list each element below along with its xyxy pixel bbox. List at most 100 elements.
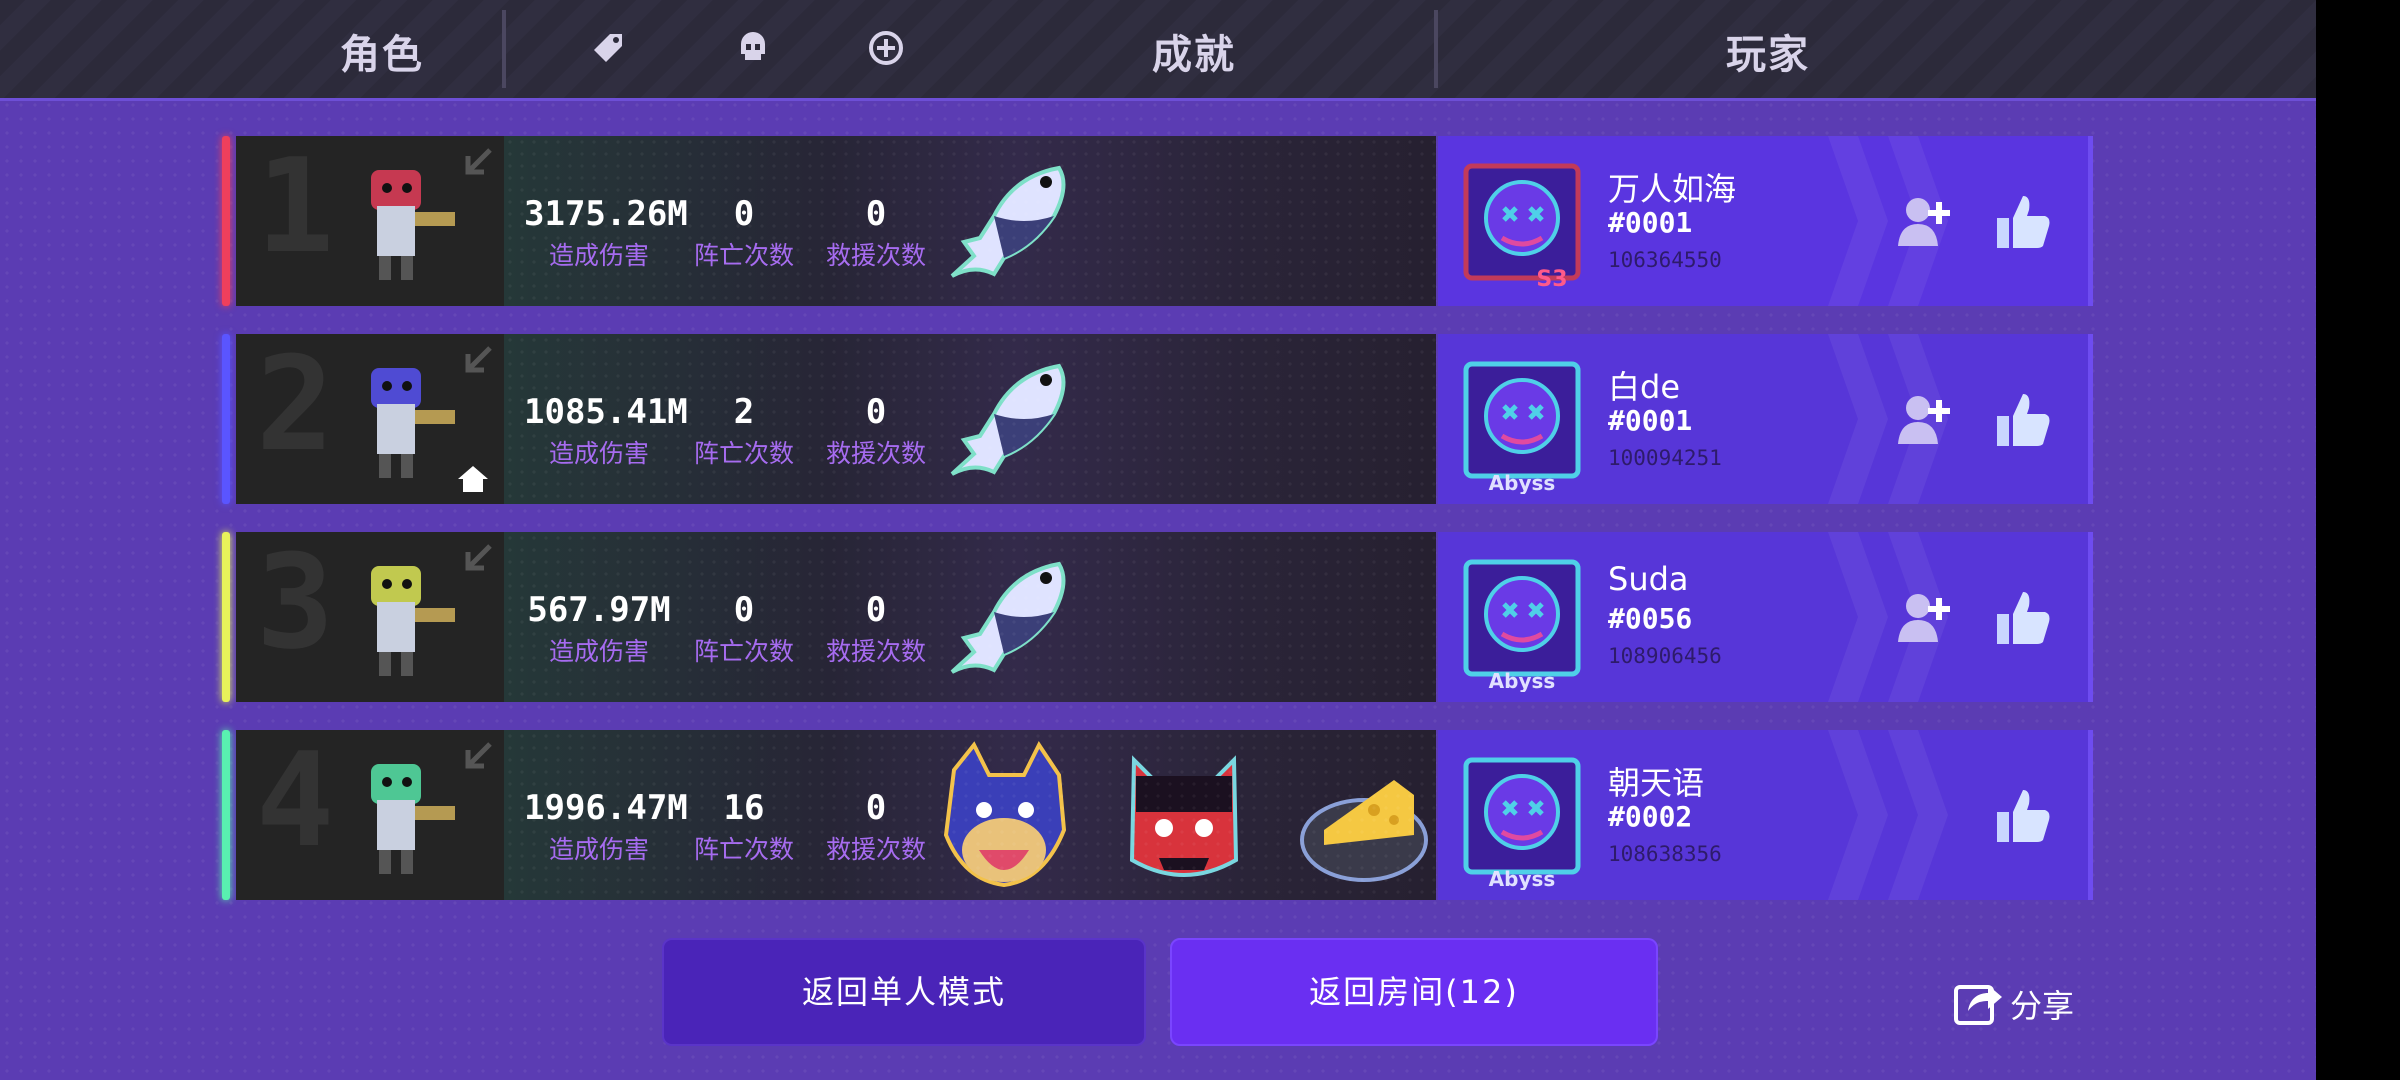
thumbs-up-icon[interactable] [1993,786,2053,846]
deaths-value: 2 [733,392,755,432]
stats-panel: 3175.26M 造成伤害 0 阵亡次数 0 救援次数 [504,136,1436,306]
header-character: 角色 [340,32,424,78]
stats-panel: 567.97M 造成伤害 0 阵亡次数 0 救援次数 [504,532,1436,702]
header-divider [502,10,506,88]
damage-value: 1085.41M [524,392,688,432]
damage-label: 造成伤害 [548,637,649,666]
return-room-button[interactable]: 返回房间(12) [1170,938,1658,1046]
player-name: 万人如海 [1608,170,1737,208]
add-friend-icon[interactable] [1896,392,1954,448]
collapse-arrow-icon[interactable] [460,344,494,378]
rescues-value: 0 [865,194,887,234]
share-label: 分享 [2010,987,2075,1025]
player-tag: #0056 [1608,602,1693,635]
player-avatar[interactable]: Abyss [1452,542,1592,692]
fish-icon[interactable] [934,344,1074,494]
rescues-stat: 0 救援次数 [816,788,936,866]
fish-icon[interactable] [934,146,1074,296]
rank-accent-bar [222,334,230,504]
header-achievements: 成就 [1152,32,1236,78]
host-home-icon [458,466,488,492]
player-id: 108906456 [1608,644,1722,668]
player-row: 1 3175.26M 造成伤害 0 阵亡次数 0 救援次数 S3 万人如海 #0… [222,130,2093,306]
rank-number: 4 [256,724,335,876]
character-sprite [371,764,455,874]
deaths-stat: 16 阵亡次数 [684,788,804,866]
chevron-decoration [1828,136,1888,306]
add-friend-icon[interactable] [1896,590,1954,646]
rescues-stat: 0 救援次数 [816,194,936,272]
return-single-mode-button[interactable]: 返回单人模式 [662,938,1146,1046]
thumbs-up-icon[interactable] [1993,192,2053,252]
player-panel[interactable]: S3 万人如海 #0001 106364550 [1438,136,2093,306]
chevron-decoration [1828,334,1888,504]
player-tag: #0001 [1608,206,1693,239]
rank-number: 3 [256,526,335,678]
player-avatar[interactable]: Abyss [1452,344,1592,494]
add-friend-icon[interactable] [1896,194,1954,250]
player-panel[interactable]: Abyss 朝天语 #0002 108638356 [1438,730,2093,900]
damage-value: 1996.47M [524,788,688,828]
player-panel[interactable]: Abyss 白de #0001 100094251 [1438,334,2093,504]
rescues-label: 救援次数 [825,637,926,666]
collapse-arrow-icon[interactable] [460,146,494,180]
player-name: 朝天语 [1608,764,1705,802]
character-panel[interactable]: 2 [236,328,504,504]
skull-icon[interactable] [733,28,773,68]
rank-accent-bar [222,730,230,900]
cheese-icon[interactable] [1294,740,1434,890]
character-panel[interactable]: 1 [236,130,504,306]
chevron-decoration [1828,532,1888,702]
character-panel[interactable]: 4 [236,724,504,900]
rank-number: 2 [256,328,335,480]
rescues-label: 救援次数 [825,439,926,468]
stats-panel: 1996.47M 造成伤害 16 阵亡次数 0 救援次数 [504,730,1436,900]
header-divider [1434,10,1438,88]
player-name: 白de [1608,368,1681,406]
character-sprite [371,368,455,478]
thumbs-up-icon[interactable] [1993,588,2053,648]
damage-stat: 1085.41M 造成伤害 [524,392,688,470]
player-tag: #0001 [1608,404,1693,437]
rescues-stat: 0 救援次数 [816,590,936,668]
red-demon-icon[interactable] [1114,740,1254,890]
player-avatar[interactable]: S3 [1452,146,1592,296]
column-header: 角色 成就 玩家 [0,0,2316,101]
player-row: 2 1085.41M 造成伤害 2 阵亡次数 0 救援次数 Abyss 白de … [222,328,2093,504]
rank-number: 1 [256,130,335,282]
damage-label: 造成伤害 [548,241,649,270]
wolf-icon[interactable] [934,740,1074,890]
damage-stat: 567.97M 造成伤害 [524,590,674,668]
chevron-decoration [1888,730,1948,900]
deaths-value: 0 [733,590,755,630]
deaths-value: 0 [733,194,755,234]
deaths-label: 阵亡次数 [693,835,794,864]
fish-icon[interactable] [934,542,1074,692]
damage-label: 造成伤害 [548,835,649,864]
header-player: 玩家 [1726,32,1810,78]
rescues-stat: 0 救援次数 [816,392,936,470]
damage-label: 造成伤害 [548,439,649,468]
deaths-stat: 2 阵亡次数 [684,392,804,470]
crosshair-plus-icon[interactable] [866,28,906,68]
stats-panel: 1085.41M 造成伤害 2 阵亡次数 0 救援次数 [504,334,1436,504]
player-id: 106364550 [1608,248,1722,272]
collapse-arrow-icon[interactable] [460,542,494,576]
tag-icon[interactable] [588,28,628,68]
avatar-badge-text: S3 [1536,267,1567,292]
rescues-value: 0 [865,788,887,828]
thumbs-up-icon[interactable] [1993,390,2053,450]
player-avatar[interactable]: Abyss [1452,740,1592,890]
rescues-value: 0 [865,590,887,630]
share-icon [1954,985,2002,1025]
rescues-label: 救援次数 [825,835,926,864]
player-name: Suda [1608,560,1689,598]
player-tag: #0002 [1608,800,1693,833]
player-panel[interactable]: Abyss Suda #0056 108906456 [1438,532,2093,702]
collapse-arrow-icon[interactable] [460,740,494,774]
player-row: 3 567.97M 造成伤害 0 阵亡次数 0 救援次数 Abyss Suda … [222,526,2093,702]
rank-accent-bar [222,532,230,702]
character-panel[interactable]: 3 [236,526,504,702]
damage-stat: 3175.26M 造成伤害 [524,194,688,272]
deaths-label: 阵亡次数 [693,241,794,270]
